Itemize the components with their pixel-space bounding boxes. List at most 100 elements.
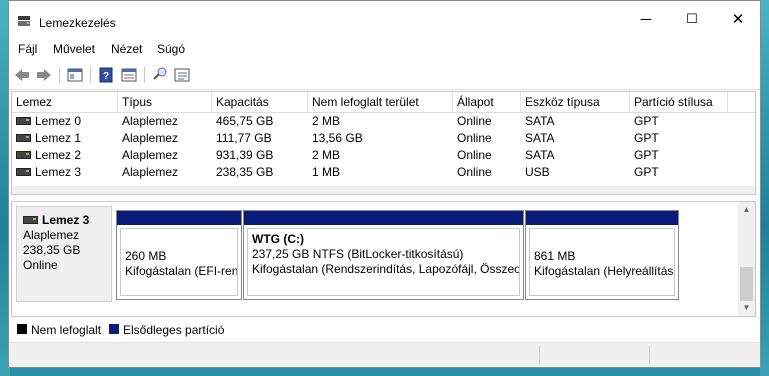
legend: Nem lefoglalt Elsődleges partíció <box>11 319 758 341</box>
table-row[interactable]: Lemez 0 Alaplemez 465,75 GB 2 MB Online … <box>12 113 755 130</box>
type-cell: Alaplemez <box>122 131 179 145</box>
column-disk[interactable]: Lemez <box>12 92 118 112</box>
partition-style-cell: GPT <box>634 165 659 179</box>
menu-bar: Fájl Művelet Nézet Súgó <box>9 37 760 61</box>
unallocated-cell: 1 MB <box>312 165 341 179</box>
disk-management-app-icon <box>18 16 30 26</box>
menu-view[interactable]: Nézet <box>111 42 142 56</box>
scroll-up-arrow-icon[interactable]: ▲ <box>738 202 755 218</box>
disk-cell: Lemez 0 <box>16 113 81 130</box>
capacity-cell: 465,75 GB <box>216 114 274 128</box>
disk-name: Lemez 2 <box>35 148 82 162</box>
scrollbar-thumb[interactable] <box>740 267 753 301</box>
column-unallocated[interactable]: Nem lefoglalt terület <box>308 92 453 112</box>
partition-size: 260 MB <box>125 249 167 263</box>
primary-partition-bar <box>117 211 241 225</box>
menu-file[interactable]: Fájl <box>18 42 37 56</box>
column-partition-style[interactable]: Partíció stílusa <box>630 92 728 112</box>
toolbar: ? <box>9 61 760 90</box>
properties-icon[interactable] <box>120 66 138 84</box>
connect-icon[interactable] <box>151 66 169 84</box>
menu-help[interactable]: Súgó <box>157 42 185 56</box>
column-status[interactable]: Állapot <box>453 92 521 112</box>
device-type-cell: SATA <box>525 148 555 162</box>
partition-title: WTG (C:) <box>252 232 304 246</box>
disk-icon <box>16 150 31 159</box>
volume-list: Lemez Típus Kapacitás Nem lefoglalt terü… <box>11 91 756 195</box>
legend-primary-partition: Elsődleges partíció <box>123 323 225 337</box>
capacity-cell: 931,39 GB <box>216 148 274 162</box>
disk-name: Lemez 0 <box>35 114 82 128</box>
disk-status: Online <box>23 258 58 272</box>
partition-c[interactable]: WTG (C:) 237,25 GB NTFS (BitLocker-titko… <box>243 210 524 300</box>
unallocated-cell: 13,56 GB <box>312 131 363 145</box>
svg-text:?: ? <box>103 71 109 82</box>
back-arrow-icon[interactable] <box>13 66 31 84</box>
close-button[interactable]: ✕ <box>715 1 761 37</box>
partition-size: 237,25 GB NTFS (BitLocker-titkosítású) <box>252 247 464 261</box>
disk-info-box[interactable]: Lemez 3 Alaplemez 238,35 GB Online <box>16 206 112 302</box>
unallocated-cell: 2 MB <box>312 148 341 162</box>
disk-size: 238,35 GB <box>23 243 81 257</box>
capacity-cell: 111,77 GB <box>216 131 272 145</box>
disk-cell: Lemez 3 <box>16 164 81 181</box>
status-cell: Online <box>457 165 492 179</box>
unallocated-cell: 2 MB <box>312 114 341 128</box>
column-capacity[interactable]: Kapacitás <box>212 92 308 112</box>
device-type-cell: SATA <box>525 131 555 145</box>
type-cell: Alaplemez <box>122 165 179 179</box>
partition-style-cell: GPT <box>634 131 659 145</box>
list-header: Lemez Típus Kapacitás Nem lefoglalt terü… <box>12 92 755 113</box>
device-type-cell: USB <box>525 165 550 179</box>
graph-vertical-scrollbar[interactable]: ▲ ▼ <box>738 202 755 316</box>
disk-cell: Lemez 2 <box>16 147 81 164</box>
status-bar <box>9 342 760 367</box>
partition-details: WTG (C:) 237,25 GB NTFS (BitLocker-titko… <box>247 228 520 296</box>
settings-list-icon[interactable] <box>173 66 191 84</box>
toolbar-separator <box>144 67 145 83</box>
unallocated-swatch <box>17 324 27 334</box>
disk-title: Lemez 3 <box>23 213 111 228</box>
disk-icon <box>16 167 31 176</box>
partition-style-cell: GPT <box>634 114 659 128</box>
type-cell: Alaplemez <box>122 114 179 128</box>
forward-arrow-icon[interactable] <box>35 66 53 84</box>
disk-name: Lemez 3 <box>35 165 82 179</box>
toolbar-separator <box>90 67 91 83</box>
type-cell: Alaplemez <box>122 148 179 162</box>
menu-action[interactable]: Művelet <box>53 42 95 56</box>
disk-icon <box>23 215 38 224</box>
disk-type: Alaplemez <box>23 228 80 242</box>
device-type-cell: SATA <box>525 114 555 128</box>
disk-icon <box>16 116 31 125</box>
disk-cell: Lemez 1 <box>16 130 81 147</box>
disk-icon <box>16 133 31 142</box>
console-tree-icon[interactable] <box>66 66 84 84</box>
list-horizontal-scrollbar[interactable] <box>12 186 755 194</box>
partition-size: 861 MB <box>534 249 576 263</box>
window-title: Lemezkezelés <box>39 16 116 30</box>
partition-health: Kifogástalan (EFI-ren <box>125 264 238 278</box>
column-type[interactable]: Típus <box>118 92 212 112</box>
table-row[interactable]: Lemez 1 Alaplemez 111,77 GB 13,56 GB Onl… <box>12 130 755 147</box>
legend-unallocated: Nem lefoglalt <box>31 323 102 337</box>
table-row[interactable]: Lemez 2 Alaplemez 931,39 GB 2 MB Online … <box>12 147 755 164</box>
disk-name: Lemez 1 <box>35 131 82 145</box>
minimize-button[interactable]: ─ <box>623 1 669 37</box>
table-row[interactable]: Lemez 3 Alaplemez 238,35 GB 1 MB Online … <box>12 164 755 181</box>
toolbar-separator <box>59 67 60 83</box>
title-bar[interactable]: Lemezkezelés ─ ☐ ✕ <box>9 1 760 37</box>
status-separator <box>539 346 540 364</box>
help-icon[interactable]: ? <box>97 66 115 84</box>
partition-efi[interactable]: 260 MB Kifogástalan (EFI-ren <box>116 210 242 300</box>
partition-details: 861 MB Kifogástalan (Helyreállítási <box>529 228 675 296</box>
scroll-down-arrow-icon[interactable]: ▼ <box>738 300 755 316</box>
status-cell: Online <box>457 114 492 128</box>
status-cell: Online <box>457 148 492 162</box>
disk-management-window: Lemezkezelés ─ ☐ ✕ Fájl Művelet Nézet Sú… <box>8 0 761 368</box>
partition-recovery[interactable]: 861 MB Kifogástalan (Helyreállítási <box>525 210 679 300</box>
column-device-type[interactable]: Eszköz típusa <box>521 92 630 112</box>
partition-details: 260 MB Kifogástalan (EFI-ren <box>120 228 238 296</box>
primary-partition-swatch <box>109 324 119 334</box>
maximize-button[interactable]: ☐ <box>669 1 715 37</box>
